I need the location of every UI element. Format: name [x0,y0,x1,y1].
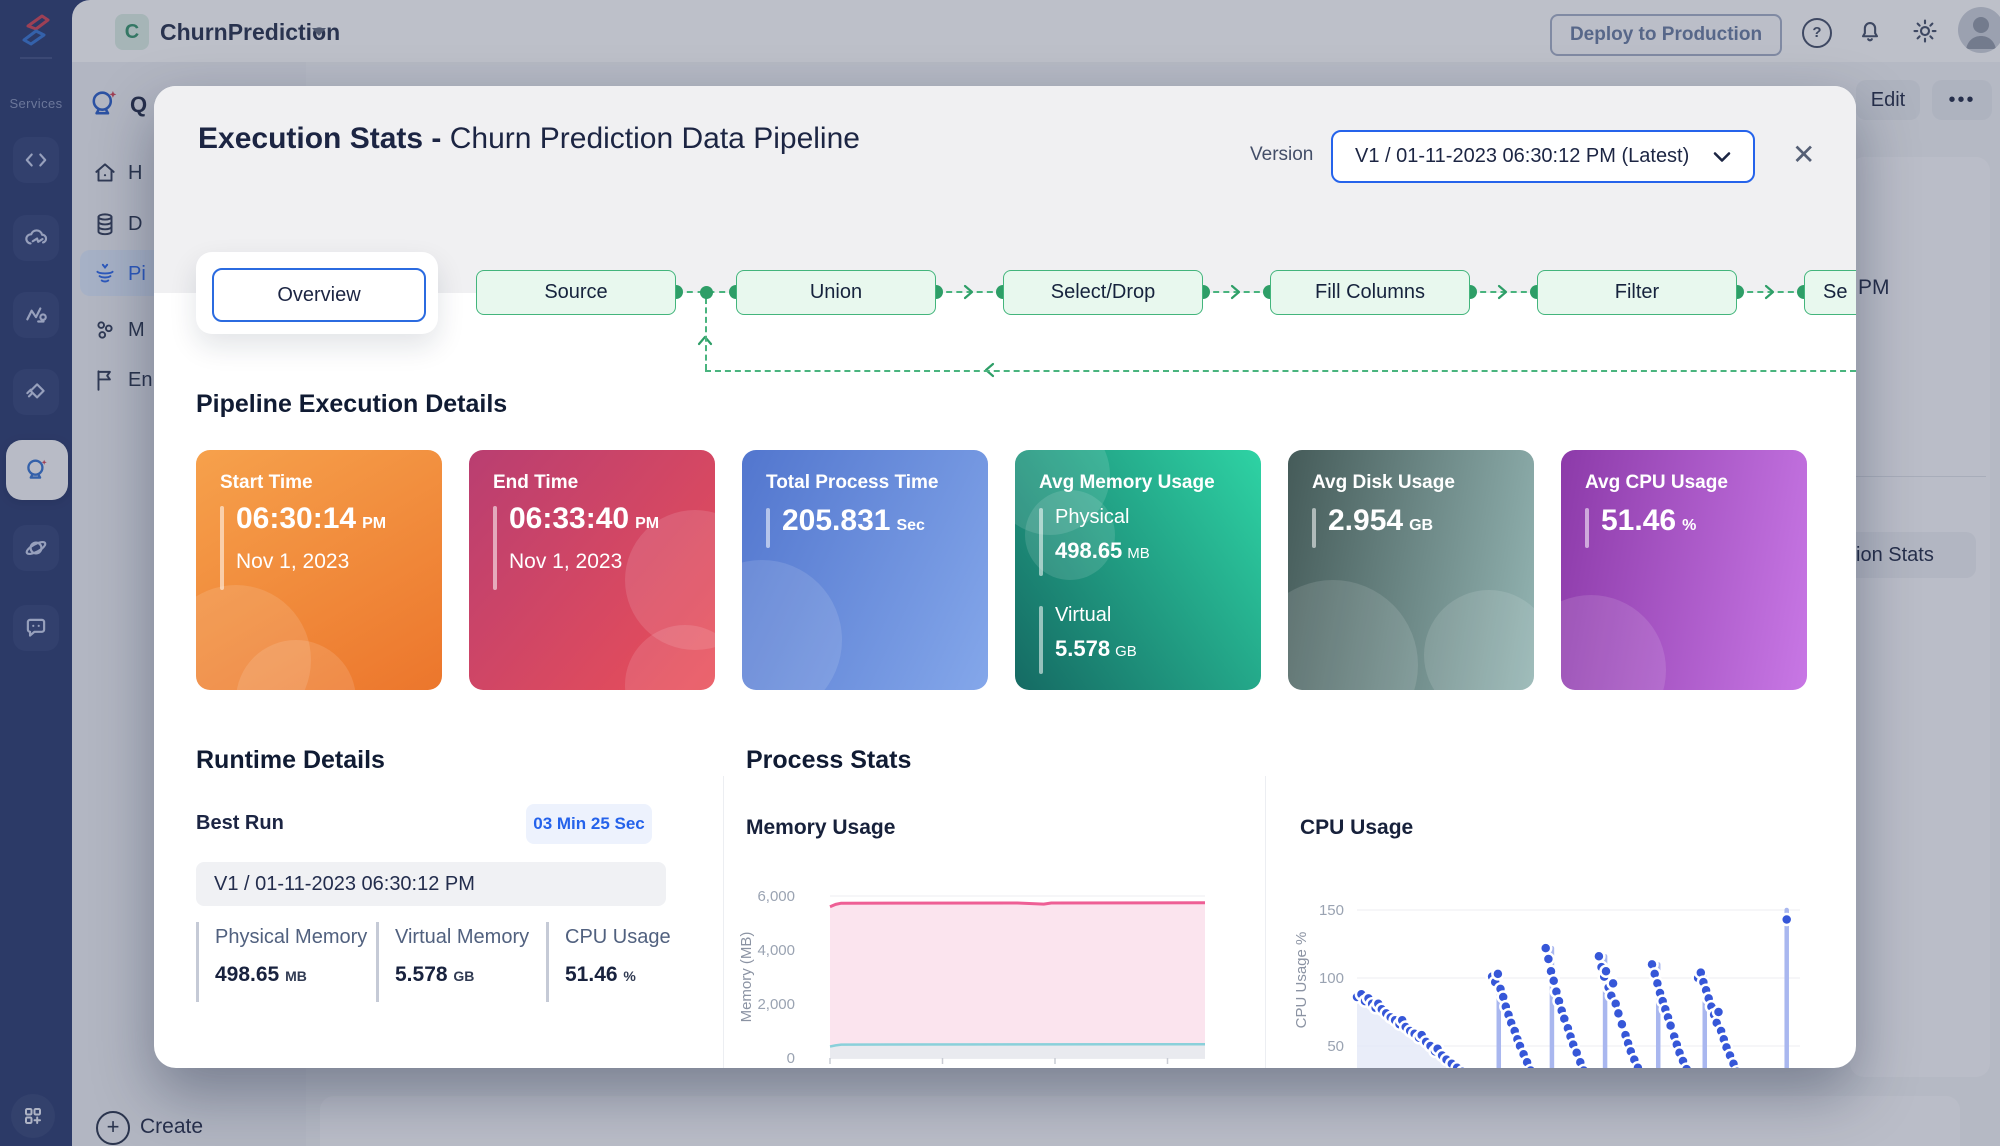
total-process-time-card: Total Process Time 205.831 Sec [742,450,988,690]
start-time-card: Start Time 06:30:14 PM Nov 1, 2023 [196,450,442,690]
svg-text:50: 50 [1327,1038,1344,1055]
version-select[interactable]: V1 / 01-11-2023 06:30:12 PM (Latest) [1331,130,1755,183]
pipeline-node-partial[interactable]: Se [1804,270,1856,315]
card-title: Avg Memory Usage [1039,472,1215,493]
svg-text:6,000: 6,000 [757,888,795,905]
arrow-right-icon [962,284,974,300]
version-value: V1 / 01-11-2023 06:30:12 PM (Latest) [1355,145,1690,167]
arrow-right-icon [1229,284,1241,300]
arrow-right-icon [1763,284,1775,300]
chevron-down-icon [1713,151,1731,162]
card-title: End Time [493,472,579,493]
memory-chart-title: Memory Usage [746,816,896,839]
card-title: Avg CPU Usage [1585,472,1728,493]
end-time-card: End Time 06:33:40 PM Nov 1, 2023 [469,450,715,690]
best-run-badge: 03 Min 25 Sec [526,804,652,844]
chart-divider [1265,776,1266,1068]
physical-memory-metric: Physical Memory 498.65 MB [196,922,368,1002]
card-title: Avg Disk Usage [1312,472,1455,493]
svg-text:2,000: 2,000 [757,996,795,1013]
version-label: Version [1250,144,1314,165]
pipeline-node-filter[interactable]: Filter [1537,270,1737,315]
svg-text:100: 100 [1319,970,1344,987]
branch-dot [700,286,713,299]
card-title: Total Process Time [766,472,939,493]
cpu-usage-chart: 50 100 150 CPU Usage % [1293,902,1800,1068]
virtual-memory-metric: Virtual Memory 5.578 GB [376,922,538,1002]
svg-text:Memory (MB): Memory (MB) [738,932,755,1023]
close-icon[interactable]: ✕ [1792,138,1815,171]
pipeline-node-fill-columns[interactable]: Fill Columns [1270,270,1470,315]
card-title: Start Time [220,472,313,493]
execution-stats-modal: Execution Stats - Churn Prediction Data … [154,86,1856,1068]
svg-text:4,000: 4,000 [757,942,795,959]
best-run-label: Best Run [196,812,284,834]
cpu-usage-metric: CPU Usage 51.46 % [546,922,696,1002]
avg-memory-usage-card: Avg Memory Usage Physical 498.65 MB Virtu… [1015,450,1261,690]
section-divider [723,776,724,1068]
feedback-line-vertical [705,298,707,370]
cpu-chart-title: CPU Usage [1300,816,1414,839]
pipeline-node-source[interactable]: Source [476,270,676,315]
runtime-details-heading: Runtime Details [196,746,385,774]
avg-disk-usage-card: Avg Disk Usage 2.954 GB [1288,450,1534,690]
arrow-right-icon [1496,284,1508,300]
svg-text:0: 0 [787,1050,795,1067]
pipeline-node-select-drop[interactable]: Select/Drop [1003,270,1203,315]
pipeline-details-heading: Pipeline Execution Details [196,390,508,418]
memory-usage-chart: 0 2,000 4,000 6,000 Memory (MB) [738,888,1206,1067]
svg-text:150: 150 [1319,902,1344,919]
pipeline-node-union[interactable]: Union [736,270,936,315]
feedback-line-horizontal [705,370,1856,372]
process-stats-heading: Process Stats [746,746,912,774]
modal-title: Execution Stats - Churn Prediction Data … [198,122,860,155]
svg-text:CPU Usage %: CPU Usage % [1293,932,1310,1029]
best-run-version: V1 / 01-11-2023 06:30:12 PM [196,862,666,906]
avg-cpu-usage-card: Avg CPU Usage 51.46% [1561,450,1807,690]
overview-tab[interactable]: Overview [212,268,426,322]
